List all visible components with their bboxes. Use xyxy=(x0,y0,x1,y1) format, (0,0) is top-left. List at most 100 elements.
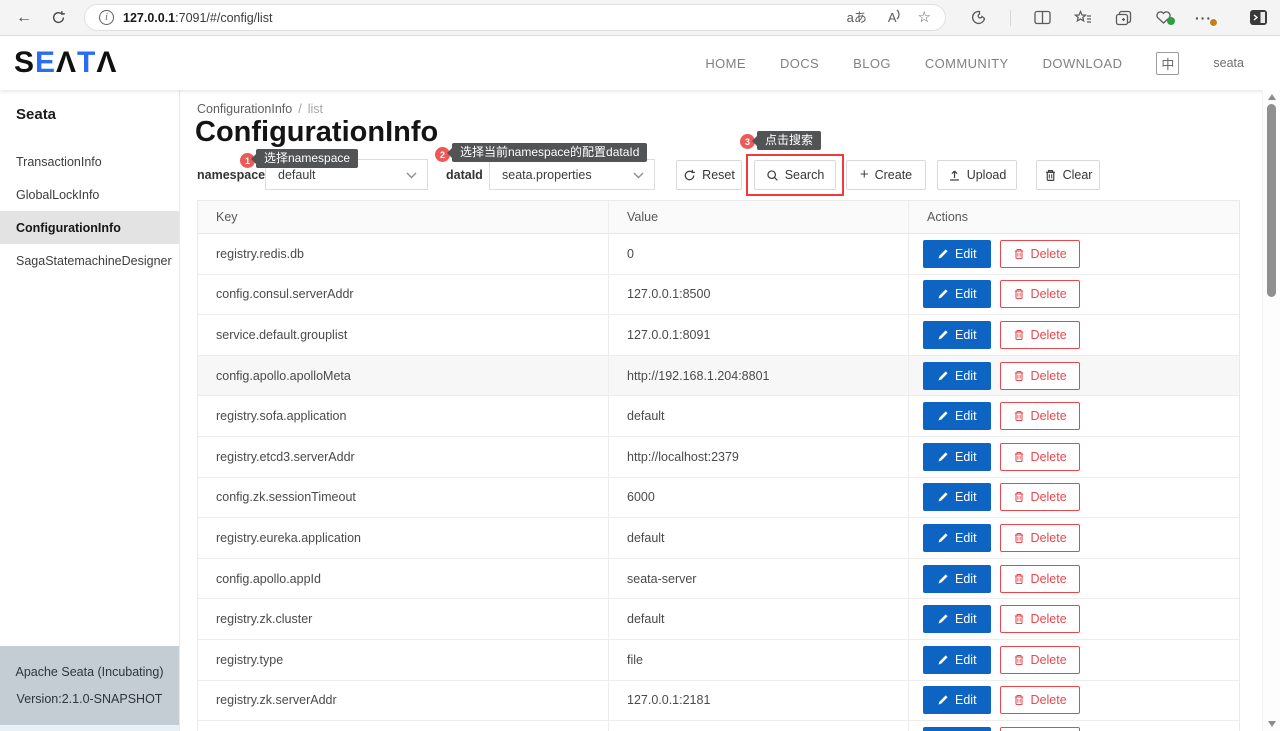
edit-button[interactable]: Edit xyxy=(923,402,991,430)
delete-button[interactable]: Delete xyxy=(1000,402,1080,430)
cell-value: default xyxy=(609,599,909,639)
delete-button[interactable]: Delete xyxy=(1000,240,1080,268)
cell-key: registry.sofa.application xyxy=(198,396,609,436)
delete-button[interactable]: Delete xyxy=(1000,565,1080,593)
nav-download[interactable]: DOWNLOAD xyxy=(1043,56,1123,71)
delete-button[interactable]: Delete xyxy=(1000,321,1080,349)
scrollbar-down-arrow[interactable] xyxy=(1268,721,1276,727)
edit-button[interactable]: Edit xyxy=(923,565,991,593)
page-scrollbar[interactable] xyxy=(1262,90,1280,731)
nav-blog[interactable]: BLOG xyxy=(853,56,891,71)
edit-button[interactable]: Edit xyxy=(923,280,991,308)
trash-icon xyxy=(1013,410,1025,422)
delete-button[interactable]: Delete xyxy=(1000,362,1080,390)
pencil-icon xyxy=(937,410,949,422)
browser-back-icon[interactable]: ← xyxy=(14,10,34,26)
cell-key: config.apollo.apolloMeta xyxy=(198,356,609,396)
reset-button[interactable]: Reset xyxy=(676,160,742,190)
delete-button[interactable]: Delete xyxy=(1000,727,1080,731)
table-row: registry.zk.serverAddr 127.0.0.1:2181 Ed… xyxy=(198,681,1239,722)
site-header: SEΛTΛ HOME DOCS BLOG COMMUNITY DOWNLOAD … xyxy=(0,36,1280,90)
delete-button[interactable]: Delete xyxy=(1000,443,1080,471)
pencil-icon xyxy=(937,694,949,706)
sidebar-item-transactioninfo[interactable]: TransactionInfo xyxy=(0,145,179,178)
sidebar-footer: Apache Seata (Incubating) Version:2.1.0-… xyxy=(0,646,179,725)
site-info-icon[interactable]: i xyxy=(99,10,114,25)
breadcrumb-root[interactable]: ConfigurationInfo xyxy=(197,102,292,116)
collections-icon[interactable] xyxy=(1115,10,1132,26)
table-row: registry.redis.db 0 Edit Delete xyxy=(198,234,1239,275)
edit-button[interactable]: Edit xyxy=(923,362,991,390)
user-menu[interactable]: seata xyxy=(1213,56,1244,70)
edit-button[interactable]: Edit xyxy=(923,483,991,511)
delete-button[interactable]: Delete xyxy=(1000,280,1080,308)
read-aloud-icon[interactable]: A xyxy=(888,10,897,25)
create-button[interactable]: + Create xyxy=(846,160,926,190)
sidebar-item-globallockinfo[interactable]: GlobalLockInfo xyxy=(0,178,179,211)
edit-button[interactable]: Edit xyxy=(923,443,991,471)
translate-icon[interactable]: aあ xyxy=(847,11,867,24)
address-bar[interactable]: i 127.0.0.1:7091/#/config/list aあ A ☆ xyxy=(84,4,946,31)
settings-more-icon[interactable]: ··· xyxy=(1195,11,1212,25)
language-switch-button[interactable]: 中 xyxy=(1156,52,1179,75)
table-row-hovered: config.apollo.apolloMeta http://192.168.… xyxy=(198,356,1239,397)
chevron-down-icon xyxy=(633,172,644,179)
search-button[interactable]: Search xyxy=(754,160,836,190)
cell-value: 127.0.0.1:8500 xyxy=(609,275,909,315)
trash-icon xyxy=(1013,694,1025,706)
scrollbar-thumb[interactable] xyxy=(1267,104,1276,297)
more-notification-dot xyxy=(1209,18,1218,27)
cell-key: service.default.grouplist xyxy=(198,315,609,355)
page-title: ConfigurationInfo xyxy=(195,116,438,149)
pencil-icon xyxy=(937,573,949,585)
table-row: registry.etcd3.serverAddr http://localho… xyxy=(198,437,1239,478)
table-row: registry.zk.cluster default Edit Delete xyxy=(198,599,1239,640)
table-row: registry.sofa.application default Edit D… xyxy=(198,396,1239,437)
edit-button[interactable]: Edit xyxy=(923,605,991,633)
table-row: config.apollo.appId seata-server Edit De… xyxy=(198,559,1239,600)
url-text[interactable]: 127.0.0.1:7091/#/config/list xyxy=(123,11,272,25)
delete-button[interactable]: Delete xyxy=(1000,605,1080,633)
dataid-select[interactable]: seata.properties xyxy=(489,159,655,190)
nav-docs[interactable]: DOCS xyxy=(780,56,819,71)
delete-button[interactable]: Delete xyxy=(1000,646,1080,674)
extensions-icon[interactable] xyxy=(970,9,987,26)
favorite-star-icon[interactable]: ☆ xyxy=(918,10,931,25)
nav-home[interactable]: HOME xyxy=(705,56,746,71)
config-table: Key Value Actions registry.redis.db 0 Ed… xyxy=(197,200,1240,731)
browser-refresh-icon[interactable] xyxy=(48,10,68,25)
trash-icon xyxy=(1013,248,1025,260)
table-row: service.default.grouplist 127.0.0.1:8091… xyxy=(198,315,1239,356)
favorites-bar-icon[interactable] xyxy=(1074,10,1092,26)
cell-key: registry.etcd3.serverAddr xyxy=(198,437,609,477)
edit-button[interactable]: Edit xyxy=(923,321,991,349)
delete-button[interactable]: Delete xyxy=(1000,483,1080,511)
trash-icon xyxy=(1013,491,1025,503)
column-header-key: Key xyxy=(198,201,609,233)
scrollbar-up-arrow[interactable] xyxy=(1268,94,1276,100)
edit-button[interactable]: Edit xyxy=(923,727,991,731)
clear-button[interactable]: Clear xyxy=(1036,160,1100,190)
cell-value: seata-server xyxy=(609,559,909,599)
edit-button[interactable]: Edit xyxy=(923,524,991,552)
logo-letter: S xyxy=(14,46,35,79)
cell-key xyxy=(198,721,609,731)
seata-logo[interactable]: SEΛTΛ xyxy=(14,48,117,78)
edit-button[interactable]: Edit xyxy=(923,646,991,674)
delete-button[interactable]: Delete xyxy=(1000,686,1080,714)
table-row-partial: Edit Delete xyxy=(198,721,1239,731)
sidebar-item-sagastatemachinedesigner[interactable]: SagaStatemachineDesigner xyxy=(0,244,179,277)
edit-button[interactable]: Edit xyxy=(923,686,991,714)
edit-button[interactable]: Edit xyxy=(923,240,991,268)
browser-essentials-icon[interactable] xyxy=(1155,10,1172,25)
pencil-icon xyxy=(937,451,949,463)
upload-button[interactable]: Upload xyxy=(937,160,1017,190)
split-screen-icon[interactable] xyxy=(1034,10,1051,25)
delete-button[interactable]: Delete xyxy=(1000,524,1080,552)
sidebar-toggle-icon[interactable] xyxy=(1249,9,1268,26)
sidebar-item-configurationinfo[interactable]: ConfigurationInfo xyxy=(0,211,179,244)
plus-icon: + xyxy=(860,167,869,182)
pencil-icon xyxy=(937,329,949,341)
nav-community[interactable]: COMMUNITY xyxy=(925,56,1009,71)
url-path: :7091/#/config/list xyxy=(175,11,272,25)
